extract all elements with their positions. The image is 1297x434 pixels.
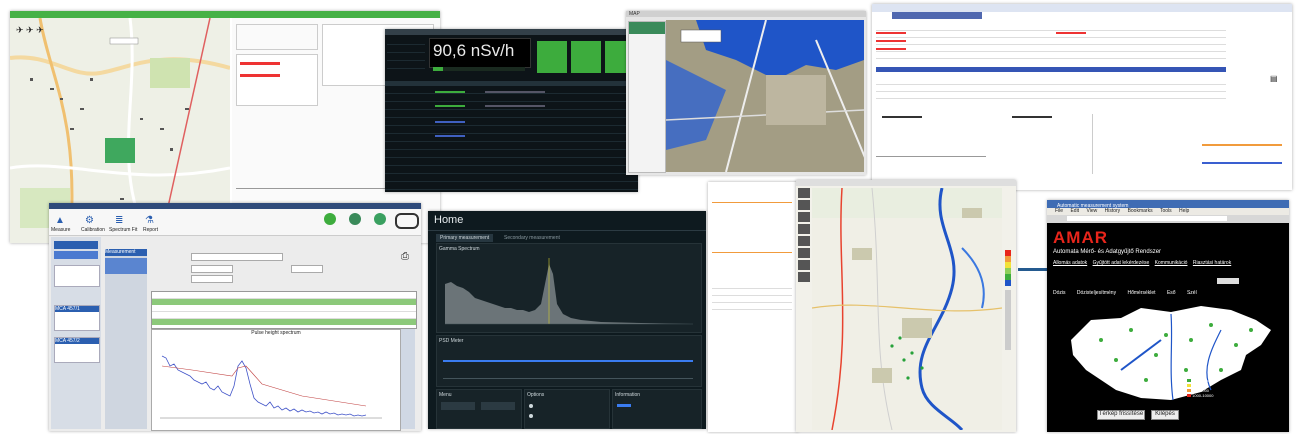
device-card-2[interactable]: MCA 457/2 <box>54 337 100 363</box>
nav-station-data[interactable]: Állomás adatok <box>1053 260 1087 266</box>
dose-rate-window: 90,6 nSv/h <box>385 29 638 192</box>
refresh-toggle[interactable] <box>1217 278 1239 284</box>
gamma-spectrum-plot[interactable] <box>441 254 697 330</box>
fit-tool-icon[interactable]: ≣ <box>115 215 123 226</box>
spectrometer-window: ▲ Measure ⚙ Calibration ≣ Spectrum Fit ⚗… <box>49 203 421 431</box>
map-color-legend <box>1005 250 1011 286</box>
amar-subtitle: Automata Mérő- és Adatgyűjtő Rendszer <box>1053 249 1162 255</box>
brand-logo-icon <box>395 213 419 229</box>
report-chart-blue <box>1202 154 1282 164</box>
main-toolbar: ▲ Measure ⚙ Calibration ≣ Spectrum Fit ⚗… <box>49 209 421 236</box>
options-panel: Options <box>524 389 610 429</box>
window-title-bar <box>10 11 440 18</box>
home-title: Home <box>434 214 464 226</box>
map-filter-row: Dózis Dózisteljesítmény Hőmérséklet Eső … <box>1053 290 1285 298</box>
refresh-map-button[interactable]: Térkép frissítése <box>1097 410 1145 420</box>
report-chart-orange <box>1202 129 1282 146</box>
dose-bar <box>433 67 525 71</box>
measurement-form: ⎙ <box>151 249 415 289</box>
measure-tool-icon[interactable]: ▲ <box>55 215 65 226</box>
nav-alarm-limits[interactable]: Riasztási határok <box>1193 260 1231 266</box>
map-tool-sidebar <box>628 21 666 173</box>
menu-file[interactable]: File <box>1055 208 1063 214</box>
psd-trend-panel: PSD Meter <box>436 335 702 387</box>
device-card-1[interactable]: MCA 457/1 <box>54 305 100 331</box>
filter-rain[interactable]: Eső <box>1167 290 1176 296</box>
menu-edit[interactable]: Edit <box>1070 208 1079 214</box>
browser-menu-bar: File Edit View History Bookmarks Tools H… <box>1047 208 1289 215</box>
map-app-title: MAP <box>629 11 640 17</box>
device-sidebar: MCA 457/1 MCA 457/2 <box>51 237 101 429</box>
printer-icon[interactable]: ⎙ <box>401 251 409 262</box>
address-bar[interactable] <box>1067 216 1227 221</box>
settings-icon[interactable] <box>324 213 336 225</box>
menu-tools[interactable]: Tools <box>1160 208 1172 214</box>
report-blue-bar <box>876 67 1226 72</box>
status-tile-2[interactable] <box>571 41 601 73</box>
gamma-spectrum-panel: Gamma Spectrum <box>436 243 702 333</box>
calibration-tool-icon[interactable]: ⚙ <box>85 215 94 226</box>
print-icon[interactable]: ▤ <box>1270 74 1278 83</box>
toolbar-report[interactable]: Report <box>143 227 158 233</box>
river-map-window <box>796 180 1016 432</box>
filter-dose-rate[interactable]: Dózisteljesítmény <box>1077 290 1116 296</box>
language-icon[interactable] <box>374 213 386 225</box>
nav-query[interactable]: Gyűjtött adat lekérdezése <box>1093 260 1150 266</box>
spectrum-plot[interactable] <box>152 336 398 426</box>
results-table <box>151 291 417 329</box>
toolbar-fit[interactable]: Spectrum Fit <box>109 227 137 233</box>
menu-view[interactable]: View <box>1086 208 1097 214</box>
toolbar-calibration[interactable]: Calibration <box>81 227 105 233</box>
event-log-table <box>385 81 638 190</box>
report-table-top <box>876 24 1226 64</box>
menu-panel: Menu <box>436 389 522 429</box>
menu-history[interactable]: History <box>1105 208 1121 214</box>
aerial-map-window: MAP <box>626 11 866 175</box>
nav-arrow-icons[interactable]: ✈ ✈ ✈ <box>16 25 44 36</box>
aerial-map[interactable] <box>666 20 864 172</box>
report-table-mid <box>876 78 1226 108</box>
dose-legend: 1-10 µSv/h 10-100 100-1000 1000-10000 <box>1187 378 1283 404</box>
tab-secondary[interactable]: Secondary measurement <box>500 234 564 242</box>
report-tool-icon[interactable]: ⚗ <box>145 215 154 226</box>
log-table-window <box>708 182 798 432</box>
amar-browser-window: Automatic measurement system File Edit V… <box>1047 200 1289 432</box>
tab-primary[interactable]: Primary measurement <box>436 234 494 242</box>
amar-nav: Állomás adatok Gyűjtött adat lekérdezése… <box>1053 260 1285 268</box>
information-panel: Information <box>612 389 702 429</box>
connector-line <box>1018 268 1048 271</box>
toolbar-measure[interactable]: Measure <box>51 227 70 233</box>
nav-communication[interactable]: Kommunikáció <box>1155 260 1188 266</box>
exit-button[interactable]: Kilépés <box>1151 410 1179 420</box>
status-tile-1[interactable] <box>537 41 567 73</box>
components-icon[interactable] <box>349 213 361 225</box>
amar-logo: AMAR <box>1053 228 1108 247</box>
report-window: ▤ <box>872 4 1292 190</box>
spectrum-chart: Pulse height spectrum <box>151 329 401 431</box>
river-map[interactable] <box>812 188 1002 430</box>
menu-help[interactable]: Help <box>1179 208 1189 214</box>
filter-temperature[interactable]: Hőmérséklet <box>1127 290 1155 296</box>
filter-wind[interactable]: Szél <box>1187 290 1197 296</box>
browser-title-bar: Automatic measurement system <box>1047 200 1289 209</box>
menu-bookmarks[interactable]: Bookmarks <box>1128 208 1153 214</box>
map-tools-column <box>798 188 810 318</box>
legend-entry: 1000-10000 <box>1192 393 1214 398</box>
home-dashboard-window: Home Primary measurement Secondary measu… <box>428 211 706 429</box>
filter-dose[interactable]: Dózis <box>1053 290 1066 296</box>
measurement-list: Measurement <box>105 249 147 429</box>
dose-rate-value: 90,6 nSv/h <box>433 41 515 60</box>
